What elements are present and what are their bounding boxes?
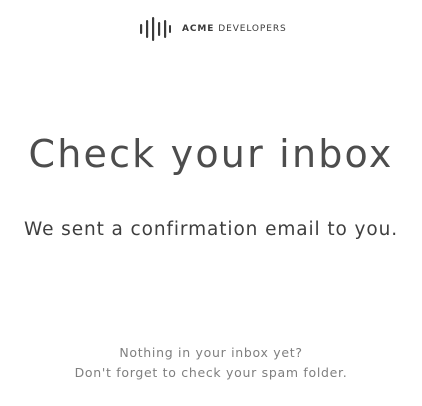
brand-name: ACME DEVELOPERS: [182, 23, 287, 34]
brand-logo: ACME DEVELOPERS: [139, 17, 287, 41]
page-title: Check your inbox: [28, 132, 394, 176]
sound-bars-icon: [140, 17, 171, 41]
brand-name-bold: ACME: [182, 23, 215, 34]
confirmation-message: We sent a confirmation email to you.: [23, 219, 399, 240]
spam-folder-hint: Don't forget to check your spam folder.: [74, 365, 348, 380]
inbox-empty-note: Nothing in your inbox yet?: [119, 345, 303, 360]
brand-name-rest: DEVELOPERS: [218, 23, 287, 34]
